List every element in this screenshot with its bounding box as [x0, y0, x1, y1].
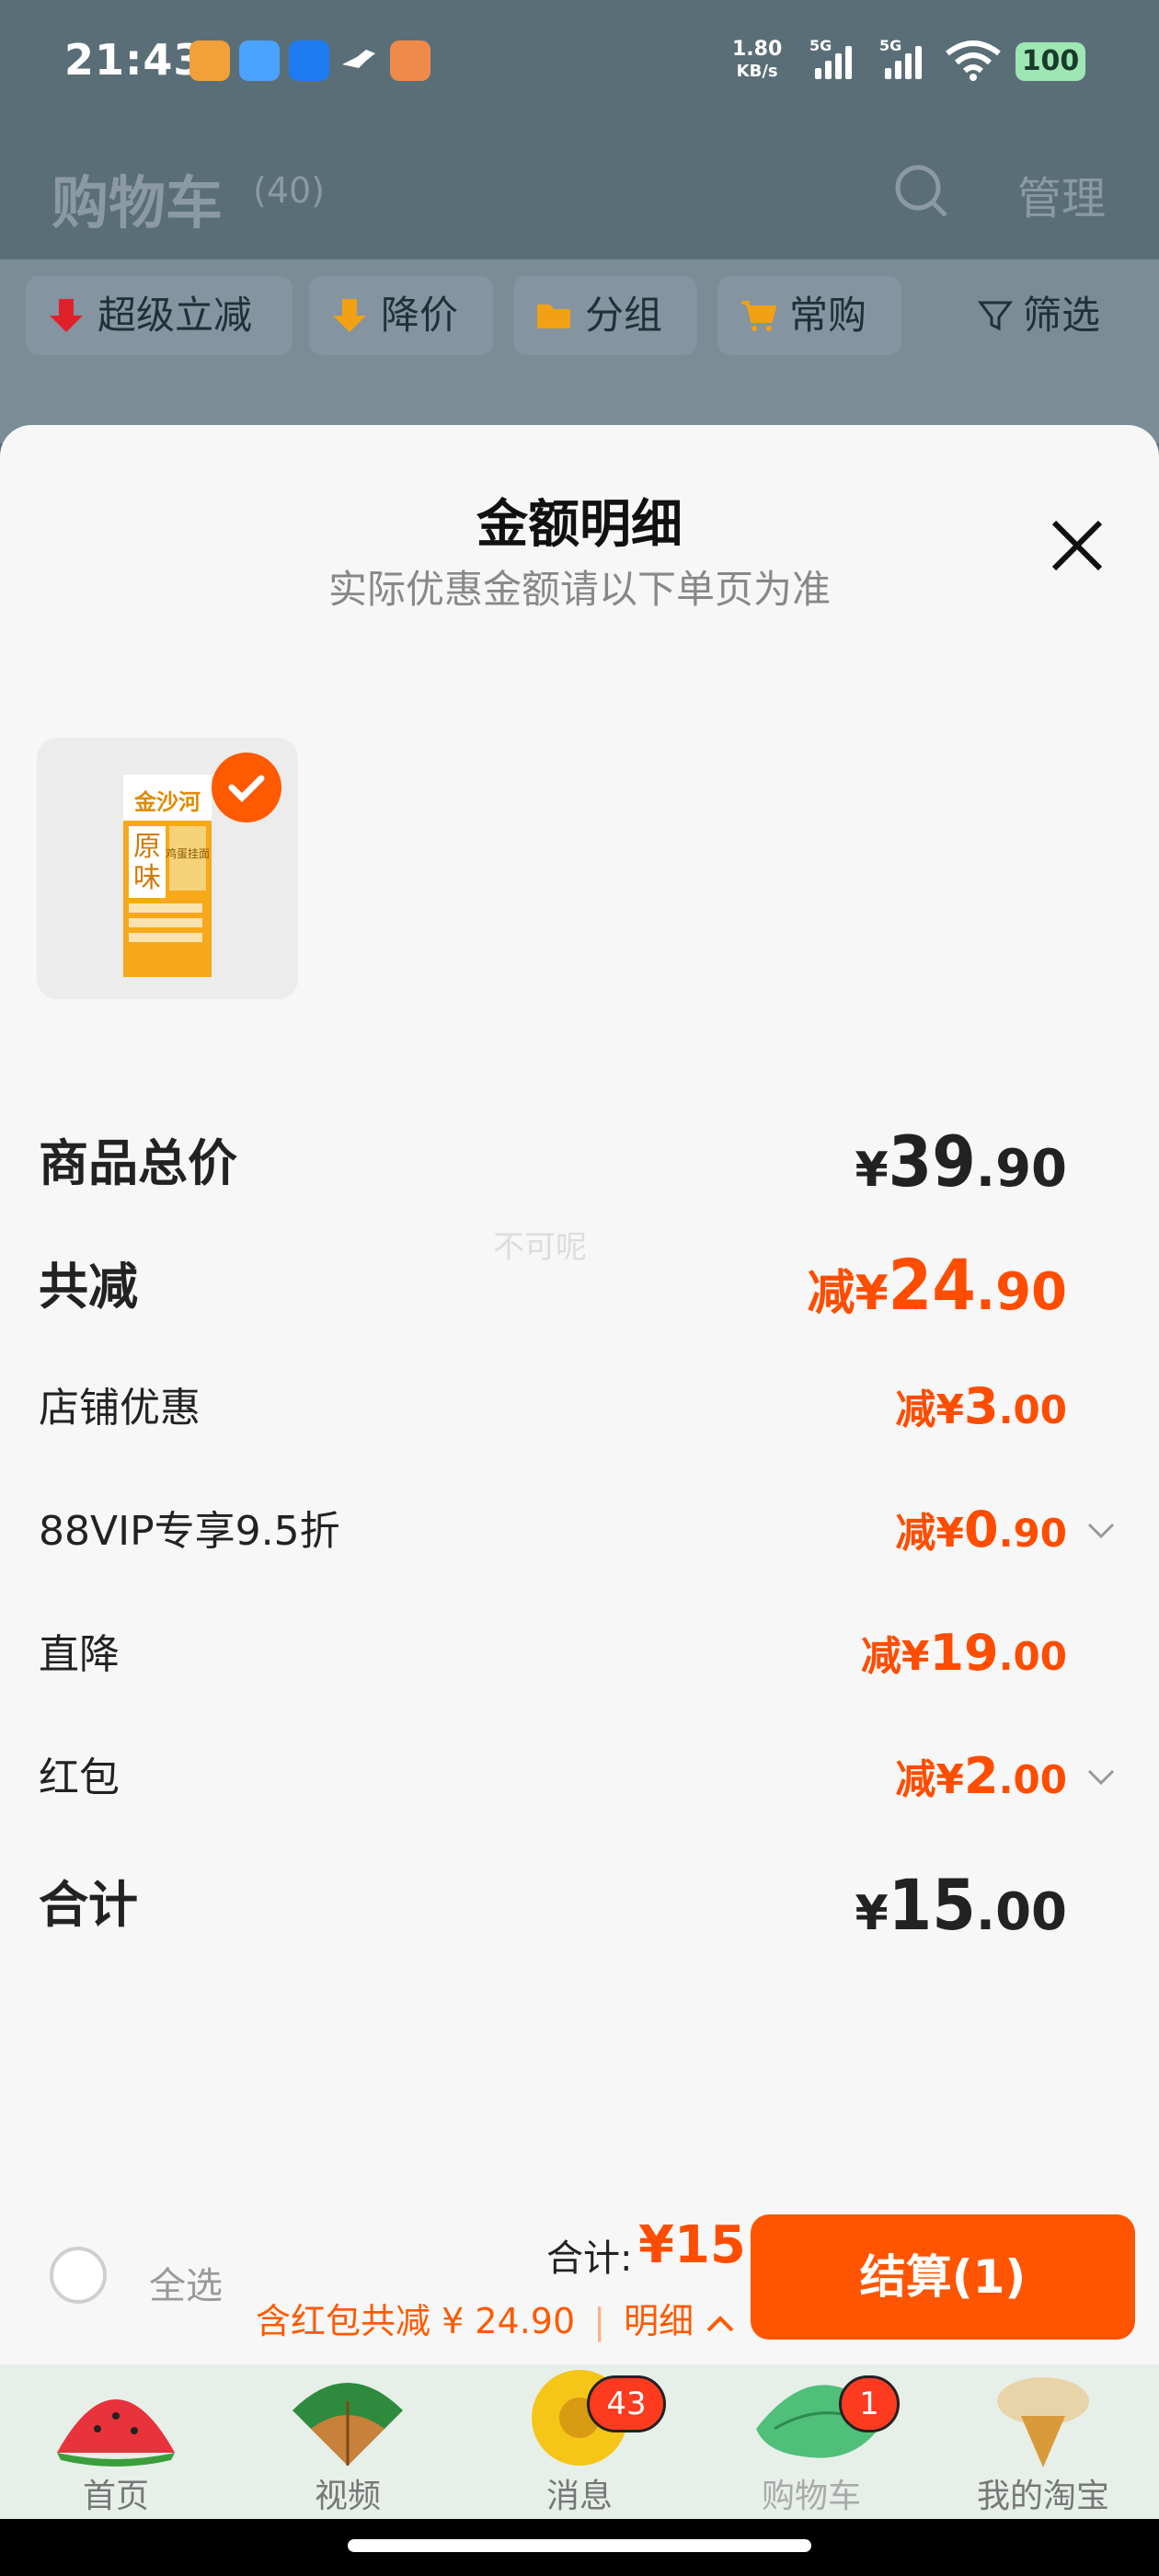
row-value-subtotal: ¥39.90	[855, 1121, 1067, 1202]
row-value-direct-reduction: 减¥19.00	[860, 1624, 1067, 1682]
detail-link[interactable]: 明细	[624, 2301, 694, 2341]
selected-check-badge[interactable]	[212, 753, 281, 822]
search-icon[interactable]	[892, 162, 951, 224]
row-label-total-discount: 共减	[39, 1258, 138, 1316]
filter-chip-label: 常购	[789, 293, 867, 338]
page-title: 购物车	[52, 169, 224, 236]
folder-icon	[537, 304, 570, 328]
svg-text:原: 原	[133, 831, 161, 863]
app-notification-icon	[390, 40, 430, 81]
tab-label: 购物车	[761, 2478, 861, 2515]
signal-strength-icon	[815, 46, 855, 79]
wifi-icon	[946, 40, 1001, 85]
row-value-vip-discount[interactable]: 减¥0.90	[895, 1500, 1067, 1558]
down-arrow-red-icon	[50, 298, 83, 332]
home-indicator[interactable]	[348, 2539, 811, 2552]
tab-messages[interactable]: 43 消息	[464, 2364, 695, 2519]
row-label-vip-discount: 88VIP专享9.5折	[39, 1508, 340, 1555]
close-button[interactable]	[1049, 517, 1106, 574]
watermelon-icon	[57, 2399, 175, 2467]
network-speed: 1.80 KB/s	[732, 38, 783, 82]
filter-icon	[978, 301, 1013, 330]
tab-my-taobao[interactable]: 我的淘宝	[927, 2364, 1159, 2519]
total-value: ¥15	[638, 2215, 746, 2275]
row-label-subtotal: 商品总价	[39, 1134, 237, 1192]
fan-icon	[293, 2383, 403, 2466]
manage-button[interactable]: 管理	[1017, 162, 1106, 226]
tab-label: 消息	[545, 2478, 613, 2515]
app-notification-icon	[189, 40, 230, 81]
cart-count: (40)	[253, 170, 326, 211]
tab-cart[interactable]: 1 购物车	[695, 2364, 927, 2519]
row-label-direct-reduction: 直降	[39, 1631, 120, 1678]
svg-text:味: 味	[133, 862, 161, 894]
select-all-radio[interactable]	[50, 2247, 107, 2304]
ice-cream-icon	[997, 2377, 1089, 2467]
filter-chip-price-drop[interactable]: 降价	[309, 276, 493, 355]
chevron-down-icon[interactable]	[1085, 1761, 1117, 1792]
bird-notification-icon	[339, 40, 379, 81]
watermark: 不可呢	[493, 1229, 587, 1266]
filter-button[interactable]: 筛选	[977, 276, 1100, 355]
row-label-red-packet: 红包	[39, 1754, 120, 1801]
tab-label: 我的淘宝	[976, 2478, 1109, 2515]
status-time: 21:43	[64, 35, 204, 85]
filter-chip-label: 超级立减	[98, 293, 253, 338]
app-notification-icon	[239, 40, 280, 81]
filter-button-label: 筛选	[1023, 293, 1101, 338]
chevron-down-icon[interactable]	[1085, 1514, 1117, 1546]
sheet-title: 金额明细	[476, 495, 683, 555]
svg-text:鸡蛋挂面: 鸡蛋挂面	[166, 846, 210, 860]
tab-video[interactable]: 视频	[232, 2364, 464, 2519]
sheet-subtitle: 实际优惠金额请以下单页为准	[327, 567, 831, 612]
select-all-label[interactable]: 全选	[149, 2256, 223, 2309]
row-label-shop-discount: 店铺优惠	[39, 1385, 201, 1432]
divider: |	[593, 2301, 606, 2341]
filter-chip-label: 降价	[381, 293, 459, 338]
cart-count-badge: 1	[839, 2375, 900, 2432]
row-label-grand-total: 合计	[39, 1876, 138, 1934]
row-value-red-packet[interactable]: 减¥2.00	[895, 1746, 1067, 1805]
filter-chip-group[interactable]: 分组	[513, 276, 697, 355]
chevron-up-icon[interactable]	[705, 2310, 736, 2338]
discount-summary-text: 含红包共减 ¥ 24.90	[256, 2301, 576, 2341]
row-value-shop-discount: 减¥3.00	[895, 1377, 1067, 1435]
discount-summary[interactable]: 含红包共减 ¥ 24.90 | 明细	[256, 2293, 736, 2343]
message-count-badge: 43	[587, 2375, 666, 2432]
svg-text:金沙河: 金沙河	[133, 789, 201, 815]
cart-icon	[741, 300, 776, 331]
tab-label: 视频	[314, 2478, 381, 2515]
status-bar: 21:43 1.80 KB/s 5G 5G 100	[0, 0, 1159, 129]
checkout-button[interactable]: 结算(1)	[751, 2214, 1135, 2340]
filter-chip-frequent[interactable]: 常购	[717, 276, 901, 355]
close-icon	[1051, 520, 1103, 571]
signal-strength-icon	[885, 46, 925, 79]
battery-indicator: 100	[1016, 42, 1085, 81]
filter-chip-super-discount[interactable]: 超级立减	[26, 276, 293, 355]
app-notification-icon	[289, 40, 329, 81]
row-value-grand-total: ¥15.00	[855, 1864, 1067, 1946]
filter-chip-label: 分组	[585, 293, 663, 338]
row-value-total-discount: 减¥24.90	[807, 1244, 1067, 1326]
check-icon	[228, 775, 265, 802]
total-label: 合计:	[546, 2237, 633, 2280]
tab-label: 首页	[82, 2478, 149, 2515]
tab-home[interactable]: 首页	[0, 2364, 232, 2519]
down-arrow-orange-icon	[333, 298, 366, 332]
